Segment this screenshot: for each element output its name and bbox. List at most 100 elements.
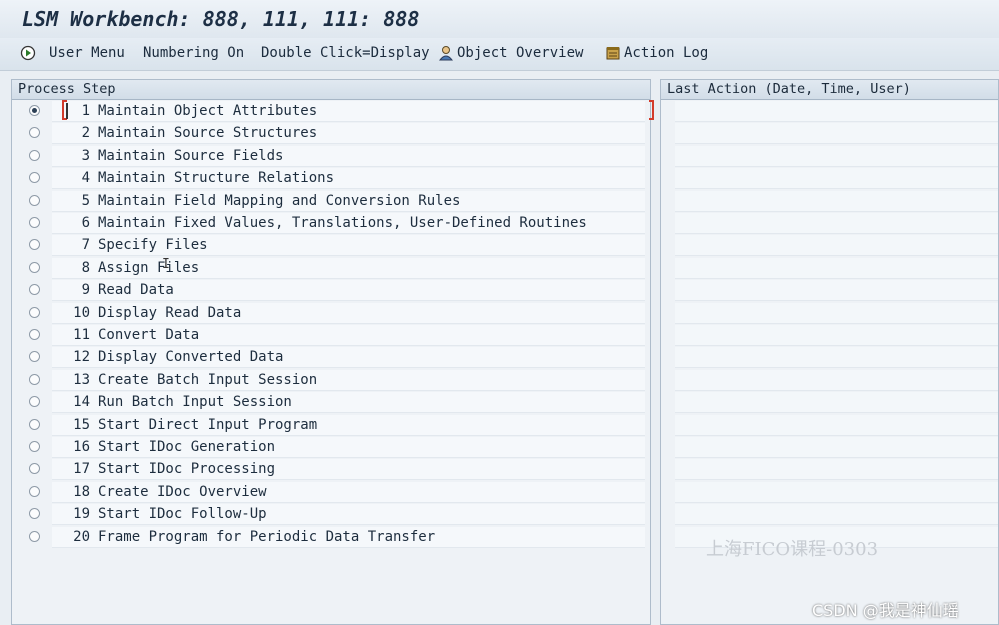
process-step-radio[interactable] (29, 441, 40, 452)
process-step-row[interactable]: 3 Maintain Source Fields (12, 145, 650, 167)
object-overview-button[interactable]: Object Overview (438, 45, 583, 61)
last-action-cell (675, 325, 998, 346)
process-step-radio[interactable] (29, 149, 40, 161)
last-action-cell (675, 302, 998, 324)
process-step-number: 2 (81, 125, 90, 142)
process-step-number: 1 (81, 103, 90, 119)
process-step-number: 6 (81, 215, 90, 231)
double-click-display-button[interactable]: Double Click=Display (261, 45, 430, 61)
process-step-row[interactable]: 9 Read Data (12, 279, 650, 302)
process-step-row[interactable]: 19 Start IDoc Follow-Up (12, 503, 650, 526)
process-step-label: Maintain Field Mapping and Conversion Ru… (98, 192, 461, 209)
process-step-label: Specify Files (98, 237, 208, 254)
process-step-number: 9 (81, 282, 90, 299)
process-step-row[interactable]: 8 Assign Files (12, 257, 650, 279)
action-log-icon (605, 45, 621, 61)
process-step-row[interactable]: 11 Convert Data (12, 324, 650, 346)
process-step-radio[interactable] (29, 530, 40, 542)
process-step-row[interactable]: 5 Maintain Field Mapping and Conversion R… (12, 190, 650, 212)
action-log-label: Action Log (624, 45, 709, 61)
last-action-cell (675, 481, 998, 503)
text-caret (66, 103, 68, 119)
last-action-cell (675, 235, 998, 257)
process-step-row[interactable]: 15 Start Direct Input Program (12, 414, 650, 436)
process-step-radio[interactable] (29, 217, 40, 228)
process-step-radio[interactable] (29, 284, 40, 296)
process-step-number: 13 (73, 371, 90, 388)
process-step-radio[interactable] (29, 329, 40, 340)
process-step-radio[interactable] (29, 261, 40, 273)
process-step-radio[interactable] (29, 485, 40, 497)
process-step-radio[interactable] (29, 194, 40, 206)
process-step-label: Start IDoc Processing (98, 461, 276, 478)
process-step-number: 12 (73, 349, 90, 366)
process-step-row[interactable]: 17 Start IDoc Processing (12, 458, 650, 481)
process-step-radio[interactable] (29, 351, 40, 363)
process-step-radio[interactable] (29, 508, 40, 520)
last-action-cell (675, 101, 998, 122)
application-toolbar: User Menu Numbering On Double Click=Disp… (0, 38, 999, 71)
process-step-row[interactable]: 10 Display Read Data (12, 302, 650, 324)
process-step-row[interactable]: 13 Create Batch Input Session (12, 369, 650, 391)
process-step-radio[interactable] (29, 463, 40, 475)
numbering-on-label: Numbering On (143, 45, 245, 61)
process-step-row[interactable]: 16 Start IDoc Generation (12, 436, 650, 458)
process-step-radio[interactable] (29, 418, 40, 430)
numbering-on-button[interactable]: Numbering On (143, 45, 244, 61)
process-step-radio[interactable] (29, 306, 40, 318)
last-action-cell (675, 145, 998, 167)
focus-bracket-right (649, 100, 654, 120)
last-action-cell (675, 168, 998, 190)
execute-icon (20, 45, 36, 61)
last-action-cell (675, 414, 998, 436)
process-step-radio[interactable] (29, 373, 40, 385)
user-menu-button[interactable]: User Menu (20, 45, 125, 61)
last-action-cell (675, 190, 998, 212)
object-overview-icon (438, 45, 454, 61)
process-step-label: Start Direct Input Program (98, 416, 318, 433)
last-action-cell (675, 369, 998, 391)
process-step-radio[interactable] (29, 396, 40, 408)
last-action-cell (675, 437, 998, 458)
process-step-label: Start IDoc Generation (98, 439, 276, 455)
process-step-radio[interactable] (29, 105, 40, 116)
process-step-row[interactable]: 4 Maintain Structure Relations (12, 167, 650, 190)
last-action-cell (675, 347, 998, 369)
process-step-row[interactable]: 1 Maintain Object Attributes (12, 100, 654, 122)
process-step-number: 17 (73, 461, 90, 478)
process-step-number: 5 (81, 192, 90, 209)
watermark-corner: CSDN @我是神仙瑶 (812, 601, 959, 620)
process-step-label: Read Data (98, 282, 174, 299)
action-log-button[interactable]: Action Log (605, 45, 708, 61)
process-step-row[interactable]: 20 Frame Program for Periodic Data Transf… (12, 526, 650, 548)
process-step-row[interactable]: 6 Maintain Fixed Values, Translations, Us… (12, 212, 650, 234)
process-step-row[interactable]: 7 Specify Files (12, 234, 650, 257)
process-step-number: 4 (81, 170, 90, 187)
process-step-label: Assign Files (98, 259, 200, 276)
last-action-cell (675, 213, 998, 234)
process-step-panel: Process Step 1 Maintain Object Attributes… (11, 79, 654, 625)
process-step-radio[interactable] (29, 172, 40, 184)
process-step-number: 19 (73, 506, 90, 523)
process-step-number: 7 (81, 237, 90, 254)
process-step-row[interactable]: 14 Run Batch Input Session (12, 391, 650, 414)
process-step-number: 15 (73, 416, 90, 433)
process-step-row[interactable]: 12 Display Converted Data (12, 346, 650, 369)
last-action-cell (675, 392, 998, 414)
user-menu-label: User Menu (49, 45, 125, 61)
process-step-label: Maintain Structure Relations (98, 170, 335, 187)
process-step-radio[interactable] (29, 127, 40, 139)
process-step-label: Maintain Object Attributes (98, 103, 318, 119)
process-step-label: Start IDoc Follow-Up (98, 506, 267, 523)
object-overview-label: Object Overview (457, 45, 584, 61)
last-action-cell (675, 257, 998, 279)
process-step-radio[interactable] (29, 239, 40, 251)
process-step-label: Maintain Source Structures (98, 125, 318, 142)
window-title: LSM Workbench: 888, 111, 111: 888 (22, 7, 420, 31)
process-step-row[interactable]: 18 Create IDoc Overview (12, 481, 650, 503)
process-step-number: 3 (81, 147, 90, 164)
watermark-center: 上海FICO课程-0303 (706, 539, 879, 560)
process-step-number: 18 (73, 483, 90, 500)
process-step-row[interactable]: 2 Maintain Source Structures (12, 122, 650, 145)
text-cursor-icon: I (162, 257, 170, 272)
